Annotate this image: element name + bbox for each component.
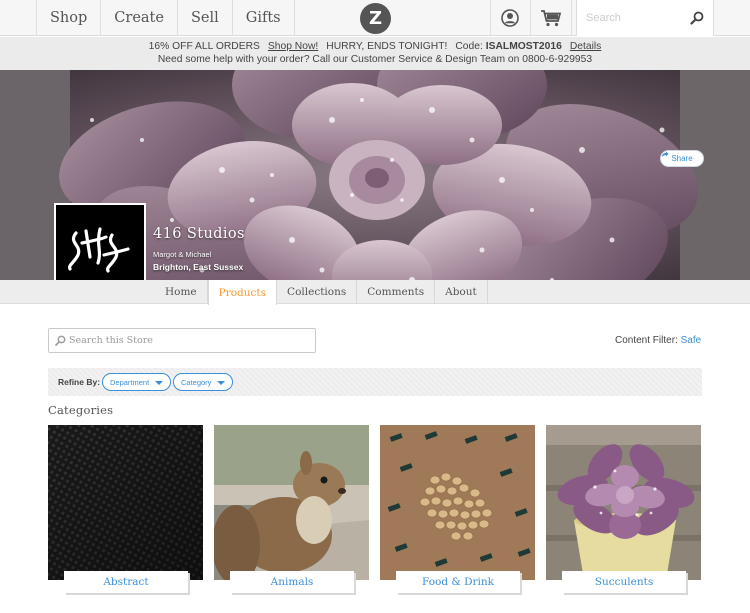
refine-label: Refine By: (58, 377, 101, 387)
category-label: Succulents (562, 571, 686, 593)
nav-item-create[interactable]: Create (101, 0, 178, 36)
department-label: Department (110, 377, 150, 387)
search-icon (690, 11, 704, 25)
store-owner: Margot & Michael (153, 250, 212, 259)
category-label: Food & Drink (396, 571, 520, 593)
category-card-food-drink[interactable]: Food & Drink (380, 425, 535, 595)
share-label: Share (671, 154, 693, 163)
promo-details-link[interactable]: Details (570, 41, 601, 52)
content-filter-label: Content Filter: (615, 335, 678, 346)
share-icon (662, 151, 669, 157)
categories-heading: Categories (48, 403, 114, 417)
category-image (48, 425, 203, 580)
store-name: 416 Studios (153, 226, 245, 242)
top-navigation: Shop Create Sell Gifts Z (0, 0, 750, 36)
tab-collections[interactable]: Collections (277, 280, 358, 304)
category-image (546, 425, 701, 580)
succulents-image (546, 425, 701, 580)
promo-line-1: 16% OFF ALL ORDERS Shop Now! HURRY, ENDS T… (0, 41, 750, 52)
department-dropdown[interactable]: Department (102, 373, 171, 391)
cart-button[interactable] (530, 0, 572, 36)
search-icon (55, 335, 66, 346)
category-label: Animals (230, 571, 354, 593)
site-search (576, 0, 714, 36)
store-tab-bar: Home Products Collections Comments About (0, 280, 750, 305)
nav-menu: Shop Create Sell Gifts (0, 0, 295, 36)
food-drink-image (380, 425, 535, 580)
abstract-image (48, 425, 203, 580)
nav-item-sell[interactable]: Sell (178, 0, 233, 36)
tab-about[interactable]: About (435, 280, 488, 304)
category-image (214, 425, 369, 580)
promo-hurry: HURRY, ENDS TONIGHT! (326, 41, 448, 52)
user-icon (500, 9, 519, 27)
promo-code: ISALMOST2016 (485, 41, 562, 52)
store-location: Brighton, East Sussex (153, 262, 244, 272)
category-dropdown[interactable]: Category (173, 373, 233, 391)
category-label: Category (181, 377, 212, 387)
category-card-succulents[interactable]: Succulents (546, 425, 701, 595)
store-tabs: Home Products Collections Comments About (155, 280, 488, 305)
nav-item-gifts[interactable]: Gifts (233, 0, 295, 36)
content-filter: Content Filter: Safe (615, 335, 701, 346)
promo-line-2: Need some help with your order? Call our… (157, 54, 593, 65)
category-card-abstract[interactable]: Abstract (48, 425, 203, 595)
shop-now-link[interactable]: Shop Now! (268, 41, 318, 52)
logo-letter: Z (368, 8, 383, 29)
site-search-button[interactable] (687, 8, 707, 28)
promo-bar: 16% OFF ALL ORDERS Shop Now! HURRY, ENDS T… (0, 37, 750, 70)
tab-products[interactable]: Products (207, 280, 278, 305)
tab-home[interactable]: Home (155, 280, 208, 304)
animals-image (214, 425, 369, 580)
share-button[interactable]: Share (660, 150, 704, 167)
cart-icon (541, 10, 562, 27)
category-image (380, 425, 535, 580)
zazzle-logo[interactable]: Z (360, 3, 391, 34)
chevron-down-icon (217, 381, 225, 385)
promo-offer: 16% OFF ALL ORDERS (148, 41, 260, 52)
refine-bar: Refine By: Department Category (48, 368, 702, 396)
chevron-down-icon (155, 381, 163, 385)
store-search (48, 328, 316, 353)
site-search-input[interactable] (577, 0, 681, 36)
promo-code-label: Code: (455, 41, 483, 52)
category-label: Abstract (64, 571, 188, 593)
nav-item-shop[interactable]: Shop (36, 0, 102, 36)
content-filter-value[interactable]: Safe (681, 335, 702, 346)
account-button[interactable] (490, 0, 528, 36)
category-card-animals[interactable]: Animals (214, 425, 369, 595)
tab-comments[interactable]: Comments (357, 280, 436, 304)
store-search-input[interactable] (69, 329, 309, 352)
